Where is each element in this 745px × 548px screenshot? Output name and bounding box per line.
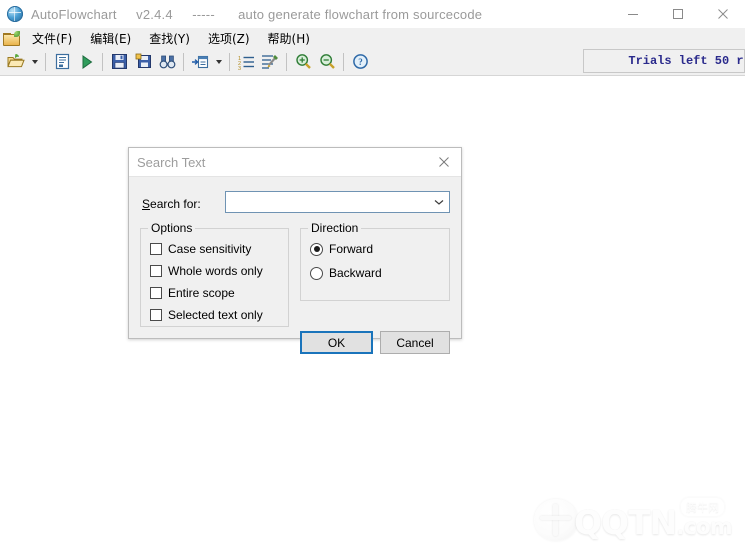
- radio-backward[interactable]: Backward: [310, 265, 382, 281]
- find-button[interactable]: [155, 50, 179, 73]
- search-for-mnemonic: S: [142, 197, 151, 211]
- window-title: AutoFlowchart v2.4.4 ----- auto generate…: [31, 7, 482, 22]
- globe-icon: [7, 6, 23, 22]
- toolbar-separator: [183, 52, 184, 71]
- window-titlebar: AutoFlowchart v2.4.4 ----- auto generate…: [0, 0, 745, 28]
- zoom-in-button[interactable]: [291, 50, 315, 73]
- trials-left-text: Trials left 50 run: [628, 54, 744, 68]
- checkbox-label: Entire scope: [168, 286, 235, 300]
- export-dropdown[interactable]: [212, 50, 225, 73]
- search-combobox[interactable]: [225, 191, 450, 213]
- outline-button[interactable]: 1 2 3: [234, 50, 258, 73]
- cancel-button[interactable]: Cancel: [380, 331, 450, 354]
- minimize-icon[interactable]: [610, 0, 655, 28]
- window-title-tagline: auto generate flowchart from sourcecode: [238, 6, 483, 22]
- checkbox-icon: [150, 265, 162, 277]
- menu-options[interactable]: 选项(Z): [199, 28, 259, 49]
- open-folder-button[interactable]: [4, 50, 28, 73]
- trials-status-panel: Trials left 50 run: [583, 49, 745, 73]
- toolbar-separator: [102, 52, 103, 71]
- chevron-down-icon[interactable]: [429, 192, 449, 212]
- toolbar-separator: [45, 52, 46, 71]
- open-recent-dropdown[interactable]: [28, 50, 41, 73]
- checkbox-whole-words-only[interactable]: Whole words only: [150, 263, 263, 279]
- options-groupbox: Options Case sensitivity Whole words onl…: [140, 221, 289, 327]
- save-button[interactable]: [107, 50, 131, 73]
- search-for-label: Search for:: [142, 197, 201, 211]
- svg-text:3: 3: [238, 66, 241, 70]
- help-button[interactable]: ?: [348, 50, 372, 73]
- toolbar-separator: [343, 52, 344, 71]
- menu-file[interactable]: 文件(F): [23, 28, 81, 49]
- toolbar-separator: [286, 52, 287, 71]
- radio-label: Backward: [329, 266, 382, 280]
- search-text-dialog: Search Text Search for: Options Case sen…: [128, 147, 462, 354]
- close-icon[interactable]: [700, 0, 745, 28]
- dialog-titlebar: Search Text: [129, 148, 461, 177]
- options-legend: Options: [148, 221, 196, 235]
- checkbox-case-sensitivity[interactable]: Case sensitivity: [150, 241, 251, 257]
- menu-find[interactable]: 查找(Y): [140, 28, 199, 49]
- close-icon[interactable]: [427, 148, 461, 176]
- direction-groupbox: Direction Forward Backward: [300, 221, 450, 301]
- window-title-separator: -----: [192, 6, 215, 22]
- dialog-body: Search for: Options Case sensitivity Who…: [129, 177, 461, 354]
- checkbox-label: Case sensitivity: [168, 242, 252, 256]
- direction-legend: Direction: [308, 221, 362, 235]
- window-title-version: v2.4.4: [136, 6, 173, 22]
- svg-text:?: ?: [358, 57, 363, 67]
- window-title-app: AutoFlowchart: [31, 6, 117, 22]
- checkbox-icon: [150, 287, 162, 299]
- checkbox-label: Whole words only: [168, 264, 263, 278]
- export-button[interactable]: [188, 50, 212, 73]
- zoom-out-button[interactable]: [315, 50, 339, 73]
- checkbox-icon: [150, 309, 162, 321]
- menu-edit[interactable]: 编辑(E): [81, 28, 140, 49]
- ok-button[interactable]: OK: [300, 331, 373, 354]
- generate-button[interactable]: [74, 50, 98, 73]
- checkbox-label: Selected text only: [168, 308, 263, 322]
- search-for-label-rest: earch for:: [150, 197, 201, 211]
- checkbox-icon: [150, 243, 162, 255]
- search-input[interactable]: [226, 193, 429, 211]
- toolbar-separator: [229, 52, 230, 71]
- radio-icon-selected: [310, 242, 323, 256]
- save-as-button[interactable]: [131, 50, 155, 73]
- radio-icon: [310, 266, 323, 280]
- window-controls: [610, 0, 745, 28]
- radio-label: Forward: [329, 242, 374, 256]
- menu-help[interactable]: 帮助(H): [259, 28, 319, 49]
- source-view-button[interactable]: [50, 50, 74, 73]
- open-folder-icon: [3, 30, 20, 46]
- checkbox-selected-text-only[interactable]: Selected text only: [150, 307, 263, 323]
- dialog-title: Search Text: [137, 154, 206, 170]
- maximize-icon[interactable]: [655, 0, 700, 28]
- menubar: 文件(F) 编辑(E) 查找(Y) 选项(Z) 帮助(H): [0, 28, 745, 49]
- radio-forward[interactable]: Forward: [310, 241, 373, 257]
- checkbox-entire-scope[interactable]: Entire scope: [150, 285, 235, 301]
- settings-button[interactable]: [258, 50, 282, 73]
